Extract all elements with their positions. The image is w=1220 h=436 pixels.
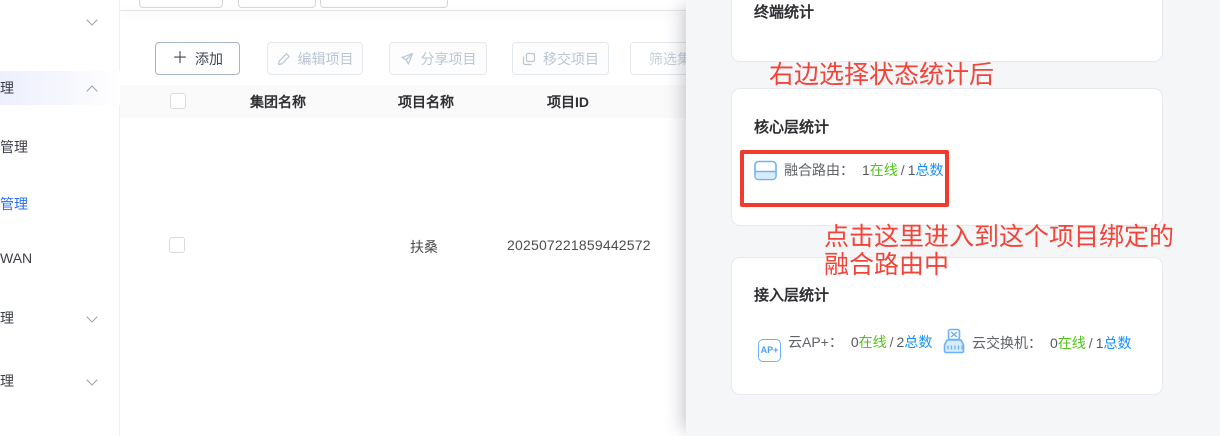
search-input-2[interactable]: [238, 0, 316, 8]
value-separator: /: [890, 334, 894, 350]
ap-online-value: 0: [851, 334, 859, 350]
sidebar-item-sdwan[interactable]: WAN: [0, 241, 120, 275]
sidebar-collapsed-section[interactable]: [0, 4, 120, 38]
chevron-down-icon: [87, 376, 98, 387]
sidebar-item-label: 管理: [0, 137, 28, 157]
chevron-down-icon: [87, 16, 98, 27]
cell-project-name: 扶桑: [410, 237, 438, 257]
router-total-unit: 总数: [915, 162, 943, 178]
cell-project-id: 202507221859442572: [507, 237, 651, 253]
switch-stat-label: 云交换机：: [972, 335, 1042, 351]
share-project-button[interactable]: 分享项目: [389, 42, 487, 75]
annotation-highlight-box: 融合路由：1在线/1总数: [740, 150, 949, 207]
share-button-label: 分享项目: [421, 49, 477, 69]
column-header-group: 集团名称: [250, 85, 306, 118]
cloud-switch-stat-link[interactable]: 云交换机：0在线/1总数: [942, 328, 1154, 360]
search-input-1[interactable]: [139, 0, 223, 8]
sidebar-item-label: 理: [0, 78, 14, 98]
column-header-project: 项目名称: [398, 85, 454, 118]
sidebar-item-label: 管理: [0, 194, 28, 214]
cloud-ap-stat-link[interactable]: AP+云AP+：0在线/2总数: [758, 331, 973, 362]
app-screen: 理 管理 管理 WAN 理 理 ＋ 添加: [0, 0, 1220, 436]
pencil-icon: [277, 52, 291, 66]
annotation-top: 右边选择状态统计后: [769, 61, 994, 89]
annotation-bottom: 点击这里进入到这个项目绑定的 融合路由中: [824, 223, 1174, 279]
transfer-project-button[interactable]: 移交项目: [512, 42, 609, 75]
cloud-ap-icon: AP+: [758, 339, 781, 362]
switch-online-unit: 在线: [1058, 335, 1086, 351]
ap-online-unit: 在线: [859, 334, 887, 350]
edit-project-button[interactable]: 编辑项目: [267, 42, 363, 75]
sidebar-item-project-management[interactable]: 管理: [0, 187, 120, 221]
status-statistics-drawer: 终端统计 右边选择状态统计后 核心层统计 融合路由：1在线/1总数 点击这里进入…: [686, 0, 1220, 436]
ap-total-unit: 总数: [904, 334, 932, 350]
add-button[interactable]: ＋ 添加: [155, 42, 240, 75]
sidebar-item-label: 理: [0, 308, 14, 328]
core-layer-stats-title: 核心层统计: [732, 89, 1162, 137]
ap-stat-label: 云AP+：: [788, 334, 843, 350]
add-button-label: 添加: [195, 49, 223, 69]
sidebar-item-group-management[interactable]: 管理: [0, 130, 120, 164]
chevron-up-icon: [87, 83, 98, 94]
sidebar-section-collapsed-1[interactable]: 理: [0, 301, 120, 335]
switch-total-unit: 总数: [1103, 335, 1131, 351]
value-separator: /: [901, 162, 905, 178]
router-stat-label: 融合路由：: [784, 162, 854, 178]
sidebar: 理 管理 管理 WAN 理 理: [0, 0, 120, 436]
router-stat-link[interactable]: 融合路由：1在线/1总数: [746, 159, 944, 187]
router-online-value: 1: [862, 162, 870, 178]
router-icon: [754, 160, 777, 187]
cloud-switch-icon: [942, 328, 966, 360]
annotation-bottom-line1: 点击这里进入到这个项目绑定的: [824, 223, 1174, 251]
sidebar-section-project[interactable]: 理: [0, 71, 120, 105]
row-checkbox[interactable]: [169, 237, 185, 253]
sidebar-item-label: WAN: [0, 250, 32, 266]
send-icon: [400, 52, 414, 66]
edit-button-label: 编辑项目: [298, 49, 354, 69]
sidebar-section-collapsed-2[interactable]: 理: [0, 364, 120, 398]
core-layer-stats-card: 核心层统计 融合路由：1在线/1总数: [731, 88, 1163, 226]
search-input-3[interactable]: [320, 0, 448, 8]
plus-icon: ＋: [172, 51, 188, 67]
switch-online-value: 0: [1050, 335, 1058, 351]
column-header-id: 项目ID: [547, 85, 589, 118]
router-online-unit: 在线: [870, 162, 898, 178]
copy-icon: [522, 52, 536, 66]
sidebar-item-label: 理: [0, 371, 14, 391]
value-separator: /: [1089, 335, 1093, 351]
terminal-stats-title: 终端统计: [732, 0, 1162, 22]
transfer-button-label: 移交项目: [543, 49, 599, 69]
select-all-checkbox[interactable]: [170, 93, 186, 109]
annotation-bottom-line2: 融合路由中: [824, 251, 1174, 279]
chevron-down-icon: [87, 313, 98, 324]
terminal-stats-card: 终端统计: [731, 0, 1163, 62]
